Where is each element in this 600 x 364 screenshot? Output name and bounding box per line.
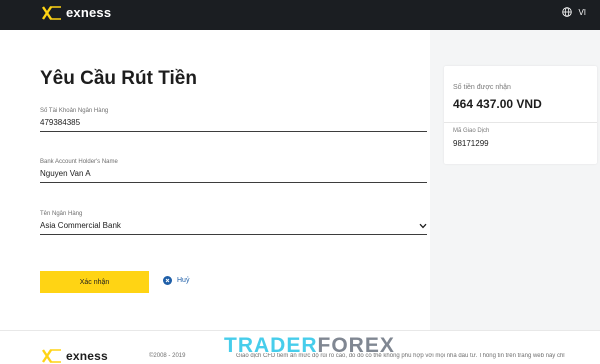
- watermark-part-1: TRADER: [224, 334, 318, 357]
- top-navigation-bar: exness VI: [0, 0, 600, 30]
- field-label: Số Tài Khoản Ngân Hàng: [40, 108, 109, 114]
- copyright-text: ©2008 - 2019: [149, 353, 186, 359]
- cancel-link[interactable]: Huỷ: [163, 276, 189, 285]
- amount-received-value: 464 437.00 VND: [453, 97, 542, 111]
- field-underline: [40, 182, 427, 183]
- globe-icon: [562, 7, 573, 17]
- exness-logo-icon: [42, 349, 61, 363]
- field-label: Bank Account Holder's Name: [40, 159, 118, 165]
- footer-exness-logo[interactable]: exness: [42, 349, 108, 363]
- bank-name-select-row[interactable]: Asia Commercial Bank: [40, 217, 427, 230]
- field-underline: [40, 131, 427, 132]
- cancel-label: Huỷ: [177, 277, 190, 284]
- chevron-down-icon[interactable]: [419, 223, 427, 229]
- footer-brand-name: exness: [66, 349, 108, 363]
- exness-logo-icon: [42, 5, 61, 20]
- confirm-button[interactable]: Xác nhận: [40, 271, 149, 293]
- bank-name-selected-value[interactable]: Asia Commercial Bank: [40, 221, 121, 230]
- close-circle-icon: [163, 276, 172, 285]
- traderforex-watermark: TRADERFOREX: [224, 334, 395, 358]
- amount-received-label: Số tiền được nhận: [453, 84, 511, 91]
- account-holder-name-input[interactable]: Nguyen Van A: [40, 169, 427, 178]
- watermark-part-2: FOREX: [317, 334, 395, 357]
- bank-account-number-input[interactable]: 479384385: [40, 118, 427, 127]
- account-holder-name-field[interactable]: Bank Account Holder's Name Nguyen Van A: [40, 159, 427, 183]
- page-title: Yêu Cầu Rút Tiền: [40, 68, 197, 89]
- divider: [444, 122, 597, 123]
- transaction-code-label: Mã Giao Dịch: [453, 128, 490, 134]
- bank-account-number-field[interactable]: Số Tài Khoản Ngân Hàng 479384385: [40, 108, 427, 132]
- language-selector[interactable]: VI: [562, 7, 586, 17]
- field-underline: [40, 234, 427, 235]
- brand-name: exness: [66, 5, 112, 20]
- language-code: VI: [578, 7, 586, 17]
- bank-name-select[interactable]: Tên Ngân Hàng Asia Commercial Bank: [40, 211, 427, 235]
- exness-logo[interactable]: exness: [42, 5, 111, 20]
- withdrawal-summary-card: Số tiền được nhận 464 437.00 VND Mã Giao…: [444, 66, 597, 164]
- transaction-code-value: 98171299: [453, 139, 489, 148]
